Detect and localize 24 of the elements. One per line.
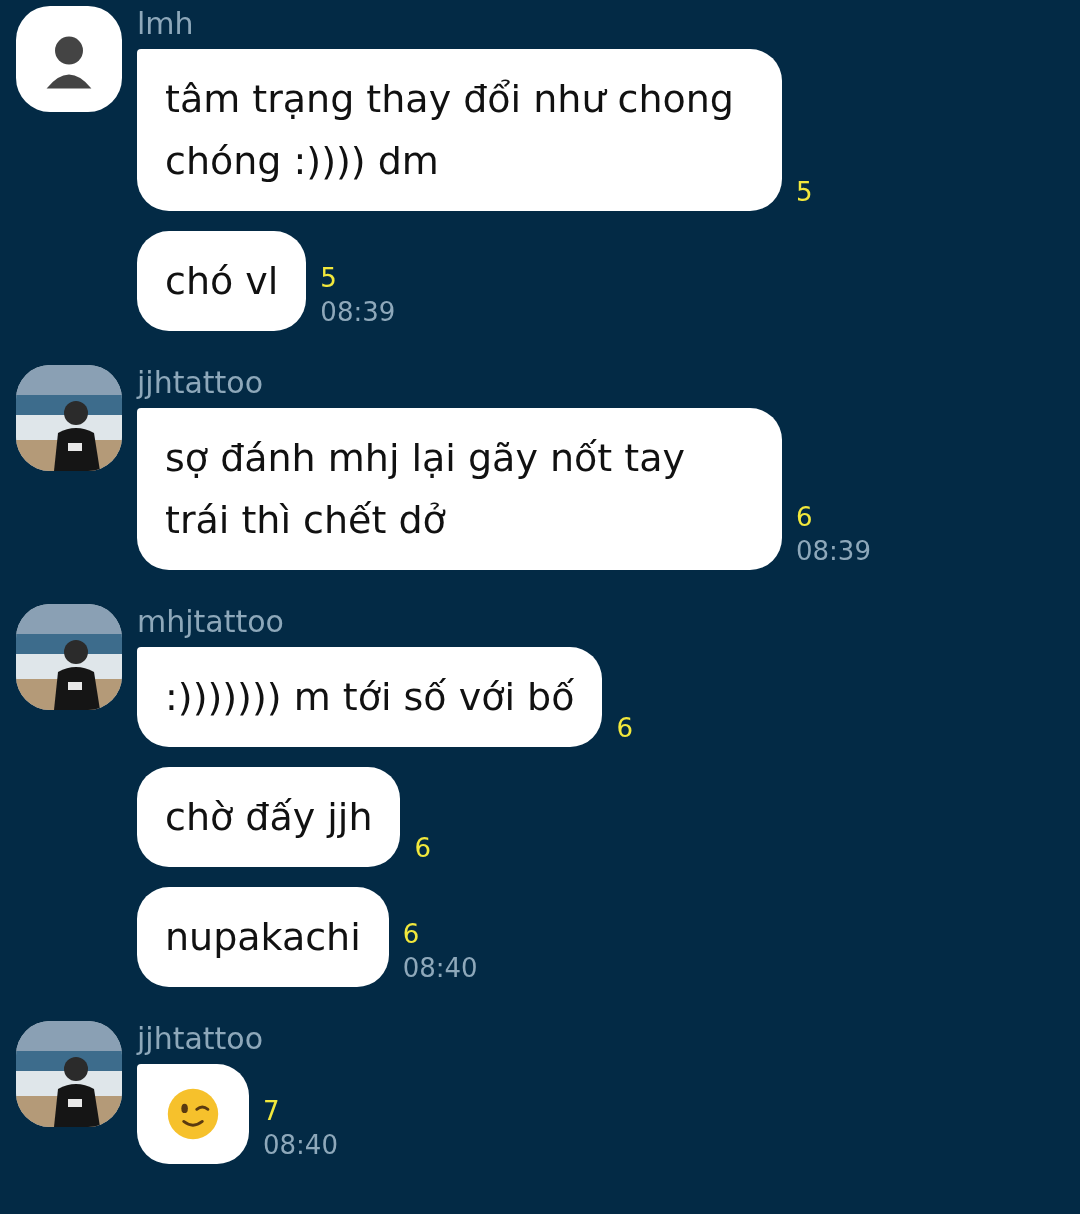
message-bubble[interactable]: chó vl bbox=[137, 231, 307, 331]
message-bubble[interactable]: nupakachi bbox=[137, 887, 389, 987]
sender-name: lmh bbox=[137, 6, 195, 41]
message-time: 08:40 bbox=[402, 952, 478, 985]
message-bubble[interactable]: chờ đấy jjh bbox=[137, 767, 401, 867]
message-time: 08:39 bbox=[796, 535, 871, 568]
sender-name: jjhtattoo bbox=[137, 1021, 265, 1056]
read-count: 6 bbox=[796, 501, 814, 534]
read-count: 6 bbox=[616, 712, 633, 745]
message-time: 08:39 bbox=[320, 296, 396, 329]
message-bubble[interactable]: tâm trạng thay đổi như chong chóng :)))) dm bbox=[137, 49, 782, 211]
sender-name: jjhtattoo bbox=[137, 365, 265, 400]
read-count: 6 bbox=[402, 918, 421, 951]
read-count: 5 bbox=[796, 176, 813, 209]
read-count: 7 bbox=[263, 1095, 281, 1128]
sender-name: mhjtattoo bbox=[137, 604, 285, 639]
message-time: 08:40 bbox=[263, 1129, 338, 1162]
winking-face-icon bbox=[165, 1086, 221, 1142]
message-bubble[interactable]: :))))))) m tới số với bố bbox=[137, 647, 603, 747]
message-bubble[interactable] bbox=[137, 1064, 249, 1164]
message-bubble[interactable]: sợ đánh mhj lại gãy nốt tay trái thì chết dở bbox=[137, 408, 782, 570]
read-count: 6 bbox=[414, 832, 432, 865]
read-count: 5 bbox=[320, 262, 338, 295]
avatar[interactable] bbox=[16, 6, 122, 112]
